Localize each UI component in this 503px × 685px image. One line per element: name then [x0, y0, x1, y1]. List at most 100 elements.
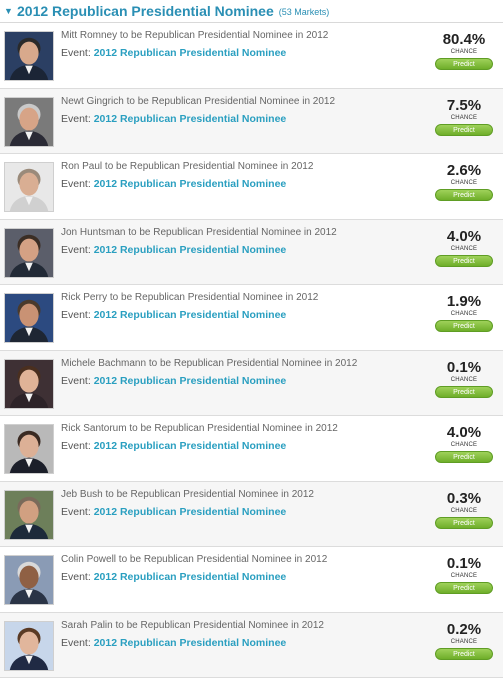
event-link[interactable]: 2012 Republican Presidential Nominee — [94, 440, 287, 452]
chance-value: 80.4% — [442, 31, 486, 48]
portrait-perry[interactable] — [4, 293, 54, 343]
chance-label: CHANCE — [450, 245, 478, 252]
market-row: Newt Gingrich to be Republican President… — [0, 88, 503, 154]
event-line: Event: 2012 Republican Presidential Nomi… — [61, 113, 361, 125]
chance-block: 4.0% CHANCE Predict — [435, 425, 493, 463]
event-link[interactable]: 2012 Republican Presidential Nominee — [94, 113, 287, 125]
event-line: Event: 2012 Republican Presidential Nomi… — [61, 440, 361, 452]
chance-label: CHANCE — [450, 311, 478, 317]
chance-value: 1.9% — [446, 293, 482, 310]
event-label: Event: — [61, 243, 91, 256]
portrait-santorum[interactable] — [4, 424, 54, 474]
chance-value: 2.6% — [446, 162, 482, 179]
event-label: Event: — [61, 440, 91, 452]
event-line: Event: 2012 Republican Presidential Nomi… — [61, 571, 361, 583]
event-label: Event: — [61, 112, 91, 125]
market-title-link[interactable]: Rick Perry to be Republican Presidential… — [61, 293, 361, 303]
event-link[interactable]: 2012 Republican Presidential Nominee — [94, 309, 287, 321]
market-title-link[interactable]: Colin Powell to be Republican Presidenti… — [61, 555, 361, 565]
portrait-image — [5, 228, 53, 277]
predict-button[interactable]: Predict — [435, 58, 493, 70]
portrait-image — [5, 556, 53, 604]
event-link[interactable]: 2012 Republican Presidential Nominee — [94, 375, 287, 387]
portrait-powell[interactable] — [4, 555, 54, 605]
portrait-image — [5, 359, 53, 408]
event-line: Event: 2012 Republican Presidential Nomi… — [61, 244, 361, 256]
portrait-romney[interactable] — [4, 31, 54, 81]
market-row: Mitt Romney to be Republican Presidentia… — [0, 23, 503, 89]
portrait-palin[interactable] — [4, 620, 54, 671]
market-title-link[interactable]: Michele Bachmann to be Republican Presid… — [61, 358, 361, 369]
predict-button[interactable]: Predict — [435, 320, 493, 332]
section-header: ▼ 2012 Republican Presidential Nominee (… — [0, 0, 503, 23]
event-line: Event: 2012 Republican Presidential Nomi… — [61, 178, 361, 190]
chance-label: CHANCE — [450, 442, 478, 448]
event-link[interactable]: 2012 Republican Presidential Nominee — [94, 47, 287, 59]
chance-value: 0.1% — [446, 555, 482, 572]
chance-value: 0.1% — [446, 358, 482, 376]
predict-button[interactable]: Predict — [435, 582, 493, 594]
chance-value: 7.5% — [446, 96, 482, 114]
event-link[interactable]: 2012 Republican Presidential Nominee — [94, 571, 287, 583]
portrait-image — [5, 32, 53, 80]
market-title-link[interactable]: Sarah Palin to be Republican Presidentia… — [61, 620, 361, 631]
event-line: Event: 2012 Republican Presidential Nomi… — [61, 375, 361, 387]
market-title-link[interactable]: Rick Santorum to be Republican President… — [61, 424, 361, 434]
market-title-link[interactable]: Jeb Bush to be Republican Presidential N… — [61, 489, 361, 500]
event-line: Event: 2012 Republican Presidential Nomi… — [61, 637, 361, 649]
market-row: Sarah Palin to be Republican Presidentia… — [0, 612, 503, 678]
event-line: Event: 2012 Republican Presidential Nomi… — [61, 47, 361, 59]
chance-block: 1.9% CHANCE Predict — [435, 294, 493, 332]
chance-label: CHANCE — [450, 638, 478, 645]
market-title-link[interactable]: Ron Paul to be Republican Presidential N… — [61, 162, 361, 172]
event-link[interactable]: 2012 Republican Presidential Nominee — [94, 637, 287, 649]
portrait-image — [5, 425, 53, 473]
collapse-triangle-icon[interactable]: ▼ — [4, 6, 13, 16]
chance-block: 0.1% CHANCE Predict — [435, 358, 493, 398]
predict-button[interactable]: Predict — [435, 385, 493, 398]
chance-block: 4.0% CHANCE Predict — [435, 227, 493, 267]
portrait-paul[interactable] — [4, 162, 54, 212]
chance-value: 4.0% — [446, 424, 482, 441]
portrait-bush[interactable] — [4, 489, 54, 540]
event-label: Event: — [61, 571, 91, 583]
market-row: Rick Perry to be Republican Presidential… — [0, 285, 503, 351]
predict-button[interactable]: Predict — [435, 254, 493, 267]
chance-label: CHANCE — [450, 573, 478, 579]
chance-block: 7.5% CHANCE Predict — [435, 96, 493, 136]
market-row: Ron Paul to be Republican Presidential N… — [0, 154, 503, 220]
event-label: Event: — [61, 47, 91, 59]
market-row: Colin Powell to be Republican Presidenti… — [0, 547, 503, 613]
event-link[interactable]: 2012 Republican Presidential Nominee — [94, 244, 287, 256]
section-title[interactable]: 2012 Republican Presidential Nominee — [17, 3, 274, 19]
chance-value: 4.0% — [446, 227, 482, 245]
market-title-link[interactable]: Mitt Romney to be Republican Presidentia… — [61, 31, 361, 41]
chance-block: 0.3% CHANCE Predict — [435, 490, 493, 529]
event-label: Event: — [61, 374, 91, 387]
chance-label: CHANCE — [450, 114, 478, 121]
predict-button[interactable]: Predict — [435, 189, 493, 201]
predict-button[interactable]: Predict — [435, 451, 493, 463]
portrait-image — [5, 621, 53, 670]
predict-button[interactable]: Predict — [435, 647, 493, 660]
portrait-gingrich[interactable] — [4, 96, 54, 147]
chance-block: 80.4% CHANCE Predict — [435, 32, 493, 70]
market-count: (53 Markets) — [278, 7, 330, 17]
portrait-image — [5, 97, 53, 146]
event-link[interactable]: 2012 Republican Presidential Nominee — [94, 506, 287, 518]
chance-label: CHANCE — [450, 49, 478, 55]
portrait-bachmann[interactable] — [4, 358, 54, 409]
event-link[interactable]: 2012 Republican Presidential Nominee — [94, 178, 287, 190]
chance-label: CHANCE — [450, 507, 478, 514]
predict-button[interactable]: Predict — [435, 516, 493, 529]
market-title-link[interactable]: Newt Gingrich to be Republican President… — [61, 96, 361, 107]
chance-label: CHANCE — [450, 180, 478, 186]
chance-label: CHANCE — [450, 376, 478, 383]
event-label: Event: — [61, 178, 91, 190]
market-title-link[interactable]: Jon Huntsman to be Republican Presidenti… — [61, 227, 361, 238]
predict-button[interactable]: Predict — [435, 123, 493, 136]
market-row: Jon Huntsman to be Republican Presidenti… — [0, 219, 503, 285]
event-label: Event: — [61, 636, 91, 649]
portrait-huntsman[interactable] — [4, 227, 54, 278]
market-row: Rick Santorum to be Republican President… — [0, 416, 503, 482]
